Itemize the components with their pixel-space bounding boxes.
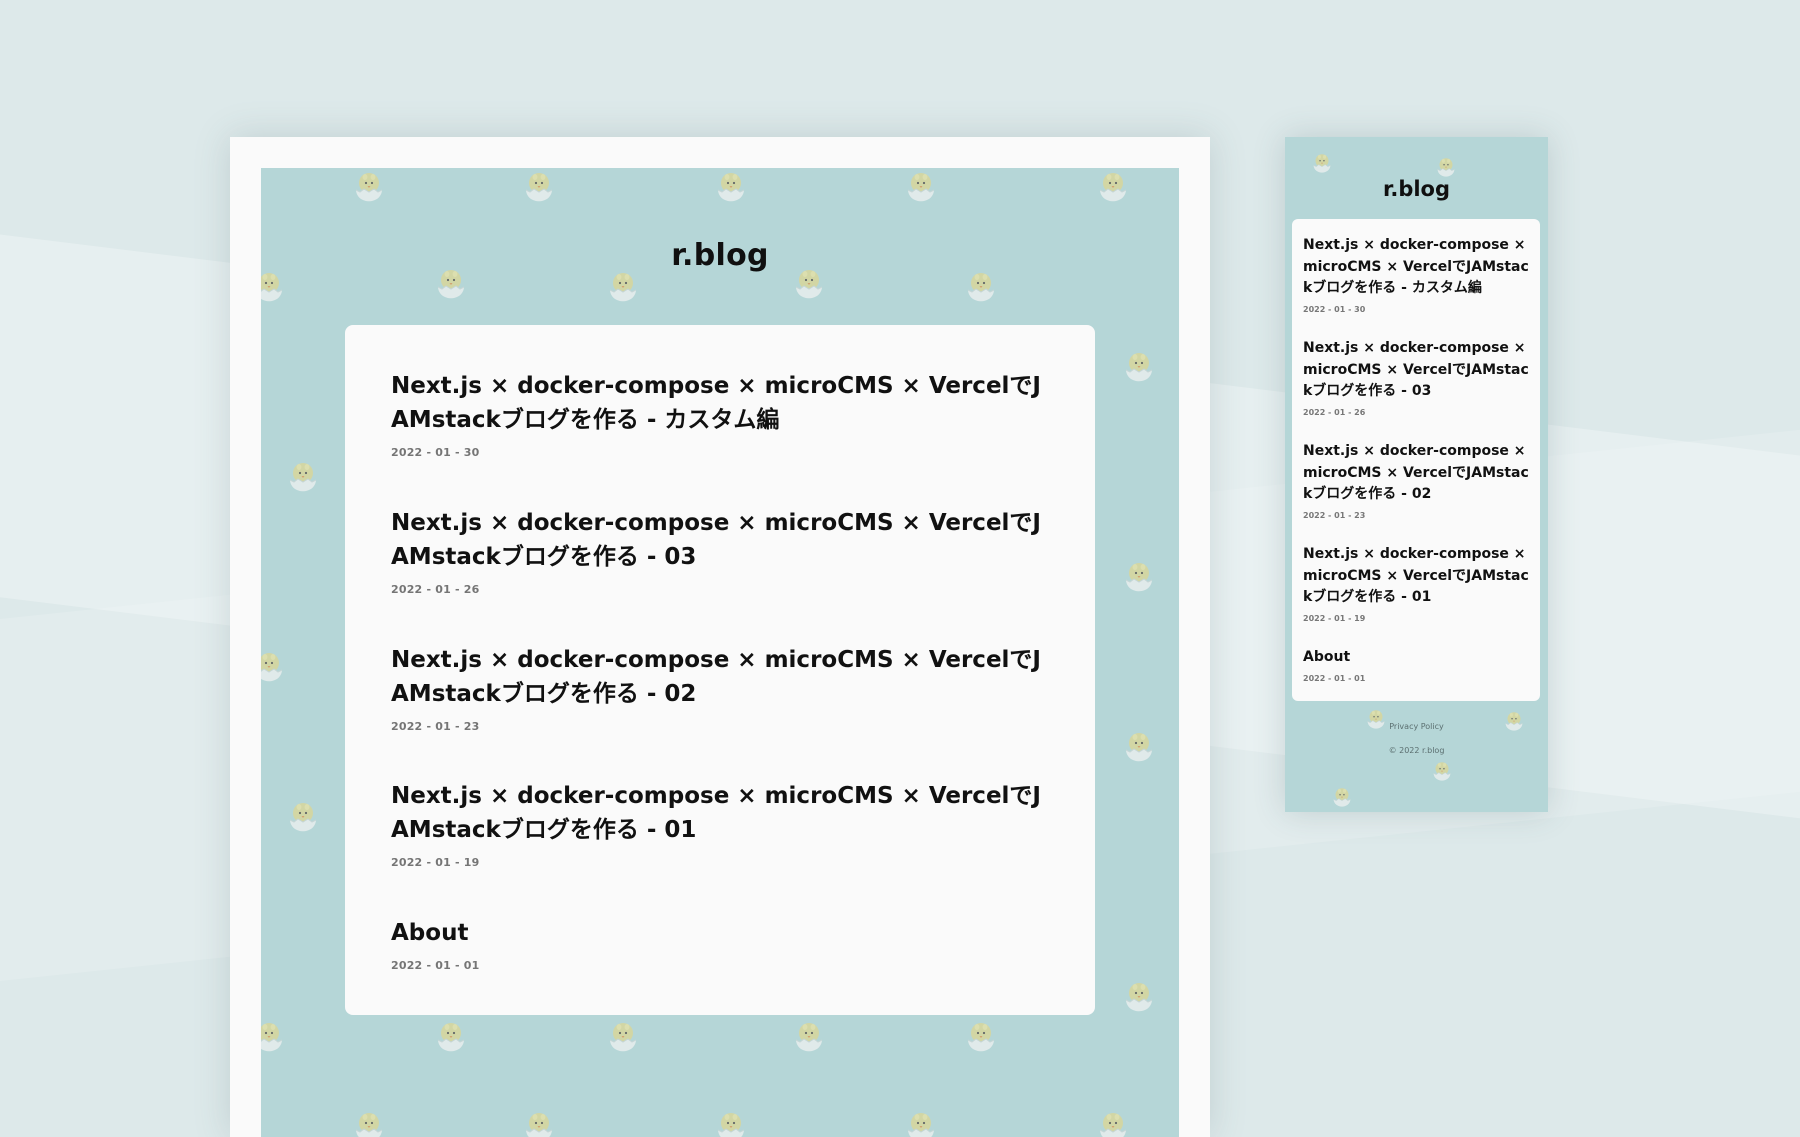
chick-in-egg-icon <box>603 268 643 308</box>
post-date: 2022 - 01 - 19 <box>391 856 480 869</box>
desktop-site: r.blog Next.js × docker-compose × microC… <box>261 168 1179 1137</box>
post-list-item[interactable]: Next.js × docker-compose × microCMS × Ve… <box>391 369 1051 459</box>
chick-in-egg-icon <box>261 268 289 308</box>
chick-in-egg-icon <box>961 268 1001 308</box>
chick-in-egg-icon <box>901 1108 941 1137</box>
copyright-text: © 2022 r.blog <box>1388 746 1445 755</box>
post-date: 2022 - 01 - 26 <box>391 583 480 596</box>
site-title[interactable]: r.blog <box>261 238 1179 273</box>
post-list-item[interactable]: Next.js × docker-compose × microCMS × Ve… <box>1303 544 1529 623</box>
post-list-item[interactable]: Next.js × docker-compose × microCMS × Ve… <box>391 506 1051 596</box>
chick-in-egg-icon <box>519 168 559 208</box>
chick-in-egg-icon <box>711 168 751 208</box>
chick-in-egg-icon <box>519 1108 559 1137</box>
privacy-policy-link[interactable]: Privacy Policy <box>1285 722 1548 731</box>
site-title[interactable]: r.blog <box>1285 177 1548 201</box>
chick-in-egg-icon <box>283 798 323 838</box>
post-list-card: Next.js × docker-compose × microCMS × Ve… <box>345 325 1095 1015</box>
post-title[interactable]: Next.js × docker-compose × microCMS × Ve… <box>391 369 1051 437</box>
desktop-preview: r.blog Next.js × docker-compose × microC… <box>230 137 1210 1137</box>
chick-in-egg-icon <box>1119 978 1159 1018</box>
chick-in-egg-icon <box>711 1108 751 1137</box>
post-list-item[interactable]: Next.js × docker-compose × microCMS × Ve… <box>391 779 1051 869</box>
chick-in-egg-icon <box>603 1018 643 1058</box>
post-list-item[interactable]: Next.js × docker-compose × microCMS × Ve… <box>391 643 1051 733</box>
post-date: 2022 - 01 - 23 <box>1303 510 1366 520</box>
post-list-item[interactable]: Next.js × docker-compose × microCMS × Ve… <box>1303 338 1529 417</box>
post-title[interactable]: About <box>391 916 1051 950</box>
post-list-item[interactable]: About 2022 - 01 - 01 <box>1303 647 1529 683</box>
post-title[interactable]: Next.js × docker-compose × microCMS × Ve… <box>1303 544 1529 609</box>
chick-in-egg-icon <box>1119 348 1159 388</box>
post-date: 2022 - 01 - 26 <box>1303 407 1366 417</box>
post-date: 2022 - 01 - 01 <box>1303 673 1366 683</box>
post-title[interactable]: Next.js × docker-compose × microCMS × Ve… <box>1303 235 1529 300</box>
post-date: 2022 - 01 - 30 <box>1303 304 1366 314</box>
chick-in-egg-icon <box>261 648 289 688</box>
chick-in-egg-icon <box>961 1018 1001 1058</box>
mobile-preview: r.blog Next.js × docker-compose × microC… <box>1285 137 1548 812</box>
chick-in-egg-icon <box>1429 759 1455 785</box>
chick-in-egg-icon <box>349 168 389 208</box>
chick-in-egg-icon <box>283 458 323 498</box>
chick-in-egg-icon <box>431 1018 471 1058</box>
chick-in-egg-icon <box>901 168 941 208</box>
post-title[interactable]: Next.js × docker-compose × microCMS × Ve… <box>391 779 1051 847</box>
post-date: 2022 - 01 - 19 <box>1303 613 1366 623</box>
post-title[interactable]: About <box>1303 647 1529 669</box>
chick-in-egg-icon <box>1119 558 1159 598</box>
chick-in-egg-icon <box>349 1108 389 1137</box>
post-title[interactable]: Next.js × docker-compose × microCMS × Ve… <box>1303 441 1529 506</box>
chick-in-egg-icon <box>1309 151 1335 177</box>
post-date: 2022 - 01 - 30 <box>391 446 480 459</box>
chick-in-egg-icon <box>1093 1108 1133 1137</box>
post-date: 2022 - 01 - 01 <box>391 959 480 972</box>
post-date: 2022 - 01 - 23 <box>391 720 480 733</box>
post-list-item[interactable]: Next.js × docker-compose × microCMS × Ve… <box>1303 235 1529 314</box>
chick-in-egg-icon <box>1329 785 1355 811</box>
chick-in-egg-icon <box>789 1018 829 1058</box>
post-list-item[interactable]: Next.js × docker-compose × microCMS × Ve… <box>1303 441 1529 520</box>
post-list-card: Next.js × docker-compose × microCMS × Ve… <box>1292 219 1540 701</box>
chick-in-egg-icon <box>1093 168 1133 208</box>
post-title[interactable]: Next.js × docker-compose × microCMS × Ve… <box>1303 338 1529 403</box>
post-title[interactable]: Next.js × docker-compose × microCMS × Ve… <box>391 506 1051 574</box>
post-title[interactable]: Next.js × docker-compose × microCMS × Ve… <box>391 643 1051 711</box>
post-list-item[interactable]: About 2022 - 01 - 01 <box>391 916 1051 972</box>
chick-in-egg-icon <box>261 1018 289 1058</box>
chick-in-egg-icon <box>1119 728 1159 768</box>
